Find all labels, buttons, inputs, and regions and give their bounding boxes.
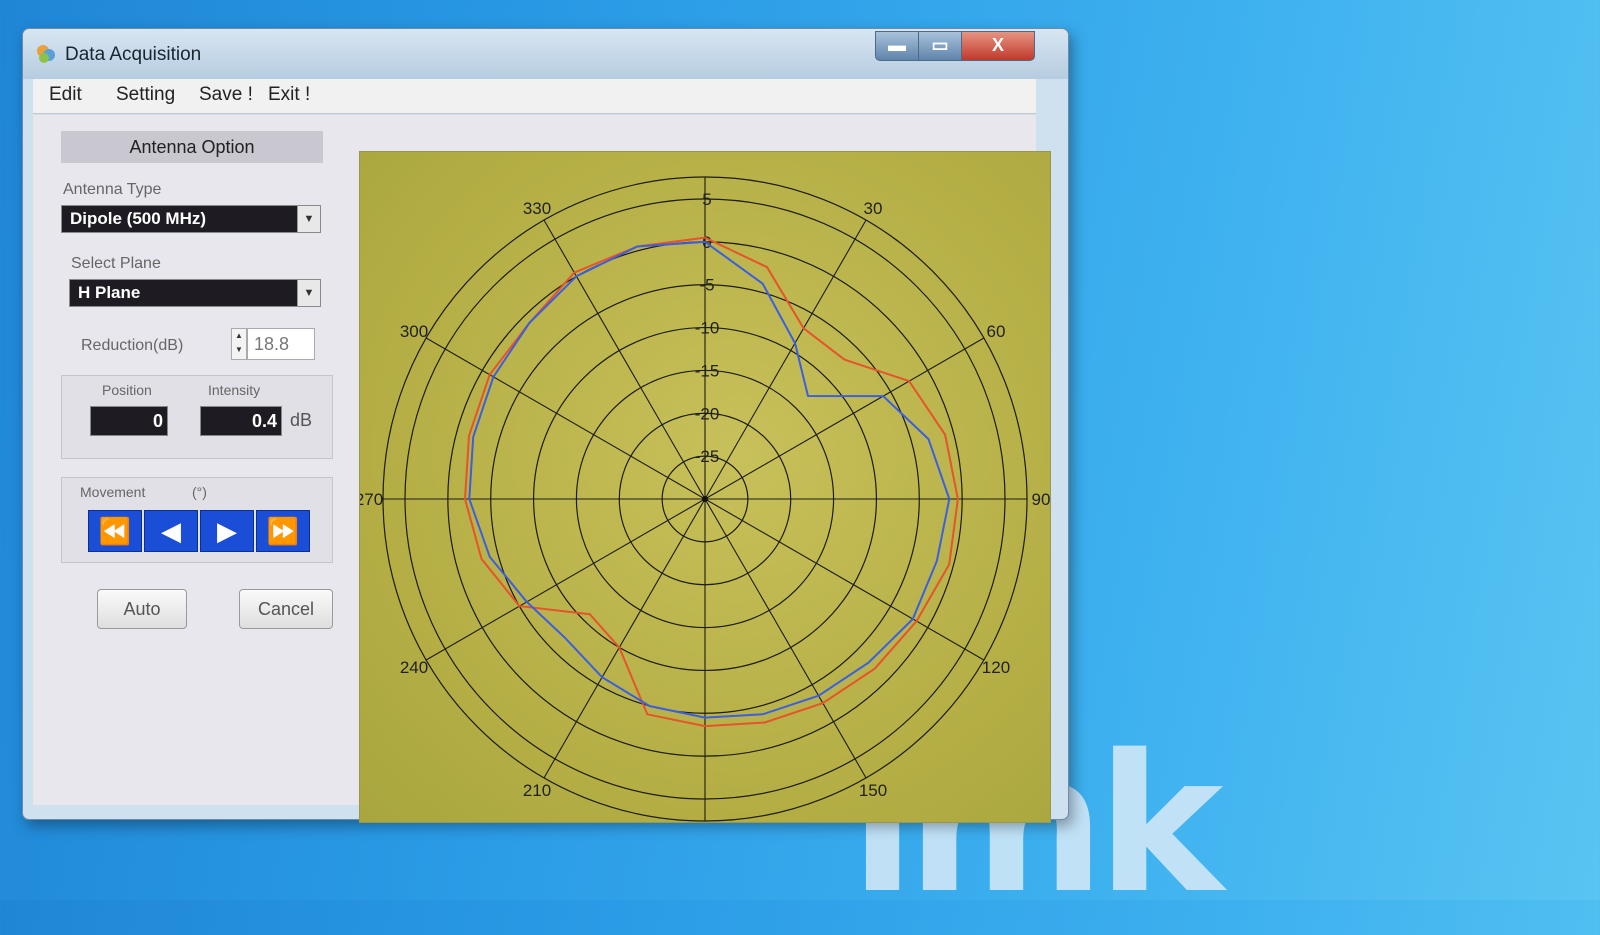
minimize-button[interactable]: ▬: [875, 31, 919, 61]
step-back-icon[interactable]: ◀: [144, 510, 198, 552]
antenna-option-header: Antenna Option: [61, 131, 323, 163]
polar-spoke: [425, 498, 706, 661]
spinner-arrows-icon[interactable]: ▲ ▼: [231, 328, 247, 360]
select-plane-value: H Plane: [78, 283, 141, 302]
polar-spoke: [704, 498, 867, 779]
angle-tick-label: 210: [523, 781, 551, 800]
antenna-type-dropdown[interactable]: Dipole (500 MHz) ▼: [61, 205, 321, 233]
reduction-label: Reduction(dB): [81, 337, 184, 354]
polar-origin-point: [702, 496, 708, 502]
menu-bar: Edit Setting Save ! Exit !: [33, 79, 1036, 114]
movement-box: Movement (°) ⏪ ◀ ▶ ⏩: [61, 477, 333, 563]
polar-spoke: [543, 219, 706, 500]
angle-tick-label: 240: [400, 658, 428, 677]
step-forward-icon[interactable]: ▶: [200, 510, 254, 552]
radial-tick-label: -5: [699, 276, 714, 295]
radial-tick-label: -15: [695, 361, 720, 380]
movement-unit: (°): [192, 484, 207, 500]
radial-tick-label: -20: [695, 404, 720, 423]
menu-save[interactable]: Save !: [199, 84, 253, 106]
maximize-button[interactable]: ▭: [918, 31, 962, 61]
radial-tick-label: -10: [695, 319, 720, 338]
polar-radiation-chart: 50-5-10-15-20-25306090120150180210240270…: [360, 176, 1050, 822]
angle-tick-label: 120: [982, 658, 1010, 677]
position-label: Position: [102, 382, 152, 398]
movement-buttons: ⏪ ◀ ▶ ⏩: [88, 510, 318, 552]
data-acquisition-window: Data Acquisition ▬ ▭ X Edit Setting Save…: [22, 28, 1069, 823]
reduction-input[interactable]: 18.8: [247, 328, 315, 360]
chevron-down-icon[interactable]: ▼: [297, 280, 320, 306]
intensity-readout: 0.4: [200, 406, 282, 436]
polar-spoke: [543, 498, 706, 779]
select-plane-dropdown[interactable]: H Plane ▼: [69, 279, 321, 307]
select-plane-label: Select Plane: [71, 255, 161, 272]
window-title: Data Acquisition: [65, 44, 202, 65]
radial-tick-label: -25: [695, 447, 720, 466]
menu-edit[interactable]: Edit: [49, 84, 82, 106]
polar-plot-area: 50-5-10-15-20-25306090120150180210240270…: [359, 151, 1051, 823]
intensity-unit: dB: [290, 410, 313, 430]
client-area: Antenna Option Antenna Type Dipole (500 …: [33, 115, 1051, 823]
polar-series-1: [463, 236, 959, 728]
menu-exit[interactable]: Exit !: [268, 84, 310, 106]
polar-spoke: [425, 337, 706, 500]
angle-tick-label: 330: [523, 199, 551, 218]
app-icon: [37, 45, 55, 63]
readout-box: Position Intensity 0 0.4 dB: [61, 375, 333, 459]
intensity-label: Intensity: [208, 382, 261, 398]
title-bar[interactable]: Data Acquisition ▬ ▭ X: [23, 29, 1068, 79]
close-button[interactable]: X: [961, 31, 1035, 61]
angle-tick-label: 270: [360, 490, 383, 509]
angle-tick-label: 30: [864, 199, 883, 218]
angle-tick-label: 90: [1032, 490, 1050, 509]
polar-spoke: [704, 337, 985, 500]
polar-spoke: [704, 219, 867, 500]
movement-label: Movement: [80, 484, 146, 500]
polar-series-2: [468, 240, 951, 719]
fast-forward-icon[interactable]: ⏩: [256, 510, 310, 552]
chevron-down-icon[interactable]: ▼: [297, 206, 320, 232]
antenna-type-label: Antenna Type: [63, 181, 162, 198]
angle-tick-label: 60: [987, 322, 1006, 341]
angle-tick-label: 150: [859, 781, 887, 800]
position-readout: 0: [90, 406, 168, 436]
menu-setting[interactable]: Setting: [116, 84, 175, 106]
auto-button[interactable]: Auto: [97, 589, 187, 629]
radial-tick-label: 5: [702, 190, 711, 209]
angle-tick-label: 300: [400, 322, 428, 341]
antenna-type-value: Dipole (500 MHz): [70, 209, 207, 228]
cancel-button[interactable]: Cancel: [239, 589, 333, 629]
fast-rewind-icon[interactable]: ⏪: [88, 510, 142, 552]
polar-spoke: [704, 498, 985, 661]
